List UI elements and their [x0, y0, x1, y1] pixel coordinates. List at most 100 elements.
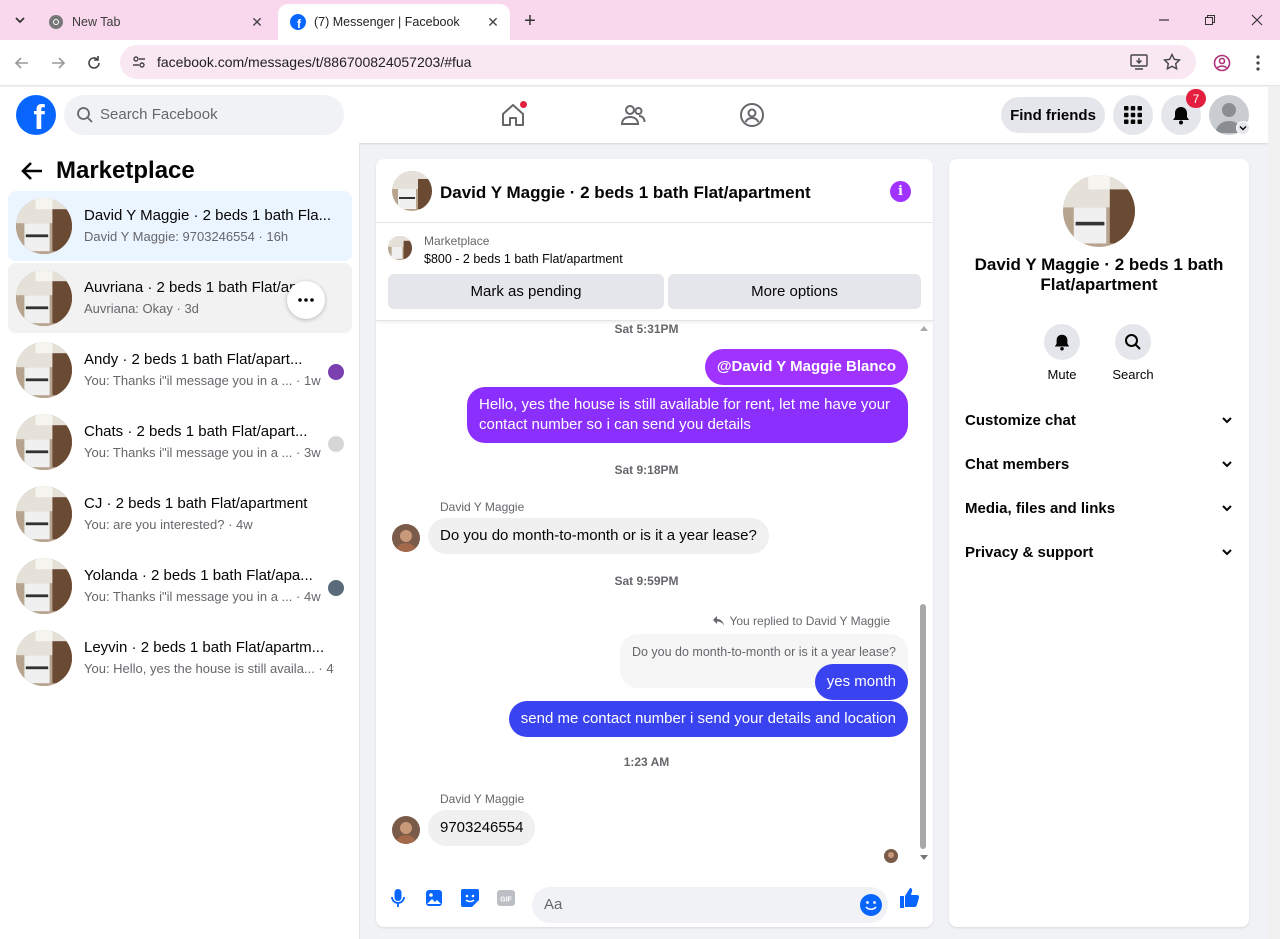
listing-thumbnail[interactable] [388, 236, 412, 260]
chat-title[interactable]: David Y Maggie · 2 beds 1 bath Flat/apar… [440, 183, 811, 203]
conversation-thumbnail [16, 342, 72, 398]
details-section-0[interactable]: Customize chat [965, 398, 1233, 442]
bookmark-star-icon[interactable] [1161, 51, 1183, 73]
conversation-item[interactable]: Leyvin · 2 beds 1 bath Flat/apartm... You… [8, 623, 352, 693]
restore-icon [1205, 15, 1215, 25]
listing-price-title[interactable]: $800 - 2 beds 1 bath Flat/apartment [424, 252, 623, 266]
address-bar[interactable]: facebook.com/messages/t/886700824057203/… [120, 45, 1196, 79]
message-thread[interactable]: Sat 5:31PM @David Y Maggie Blanco Hello,… [376, 322, 933, 867]
tab-messenger[interactable]: f (7) Messenger | Facebook ✕ [278, 4, 510, 40]
sender-name: David Y Maggie [440, 792, 525, 806]
page-title: Marketplace [56, 157, 195, 184]
menu-button[interactable] [1113, 95, 1153, 135]
minimize-icon [1159, 19, 1169, 21]
restore-button[interactable] [1198, 8, 1222, 32]
details-section-2[interactable]: Media, files and links [965, 486, 1233, 530]
chevron-down-icon[interactable] [1236, 121, 1250, 135]
conversation-thumbnail [16, 486, 72, 542]
home-nav-button[interactable] [499, 100, 528, 129]
friends-nav-button[interactable] [619, 101, 647, 129]
message-input[interactable]: Aa [532, 887, 888, 923]
sender-avatar[interactable] [392, 816, 420, 844]
facebook-logo-icon[interactable]: f [16, 95, 56, 135]
sticker-button[interactable] [459, 887, 481, 909]
message-bubble-outgoing[interactable]: Hello, yes the house is still available … [467, 387, 908, 443]
timestamp: 1:23 AM [623, 755, 670, 769]
sender-avatar[interactable] [392, 524, 420, 552]
thumbs-up-icon [900, 888, 920, 908]
conversation-time: 16h [266, 229, 289, 244]
tab-new-tab[interactable]: New Tab ✕ [36, 4, 274, 40]
details-section-1[interactable]: Chat members [965, 442, 1233, 486]
message-bubble-incoming[interactable]: 9703246554 [428, 810, 536, 846]
marketplace-listing-bar: Marketplace $800 - 2 beds 1 bath Flat/ap… [376, 224, 933, 321]
arrow-right-icon [52, 57, 66, 69]
more-dots-icon [298, 298, 314, 302]
kebab-menu-icon [1256, 55, 1260, 71]
gif-icon: GIF [497, 890, 515, 906]
emoji-icon[interactable] [860, 894, 882, 916]
profile-button[interactable] [1209, 50, 1235, 76]
forward-button[interactable] [45, 50, 71, 76]
reload-button[interactable] [81, 50, 107, 76]
new-tab-button[interactable]: + [518, 9, 542, 33]
search-icon [77, 107, 93, 123]
close-window-button[interactable] [1245, 8, 1269, 32]
photo-icon [426, 890, 442, 906]
listing-avatar[interactable] [1063, 175, 1135, 247]
send-like-button[interactable] [898, 887, 920, 909]
read-receipt-avatar [328, 436, 344, 452]
facebook-search-input[interactable]: Search Facebook [64, 95, 344, 135]
tab-title: New Tab [72, 15, 121, 29]
page-scrollbar[interactable] [1268, 87, 1280, 939]
listing-avatar[interactable] [392, 171, 432, 211]
marketplace-header: Marketplace [18, 157, 195, 185]
gif-button[interactable]: GIF [495, 887, 517, 909]
conversation-item[interactable]: Andy · 2 beds 1 bath Flat/apart... You: T… [8, 335, 352, 405]
conversation-list-panel: Marketplace David Y Maggie · 2 beds 1 ba… [0, 143, 360, 939]
message-bubble-outgoing[interactable]: send me contact number i send your detai… [508, 701, 908, 737]
conversation-more-button[interactable] [287, 281, 325, 319]
tab-search-button[interactable] [6, 7, 34, 33]
conversation-time: 3w [303, 445, 321, 460]
conversation-item[interactable]: Yolanda · 2 beds 1 bath Flat/apa... You: … [8, 551, 352, 621]
mute-button[interactable]: Mute [1027, 324, 1097, 382]
search-label: Search [1112, 367, 1154, 382]
conversation-item[interactable]: CJ · 2 beds 1 bath Flat/apartment You: ar… [8, 479, 352, 549]
info-icon[interactable]: i [890, 181, 911, 202]
search-in-conversation-button[interactable]: Search [1098, 324, 1168, 382]
voice-clip-button[interactable] [387, 887, 409, 909]
read-receipt-avatar [328, 580, 344, 596]
minimize-button[interactable] [1152, 8, 1176, 32]
timestamp: Sat 9:18PM [614, 463, 679, 477]
close-icon[interactable]: ✕ [248, 13, 266, 31]
back-button[interactable] [9, 50, 35, 76]
facebook-header: f Search Facebook Find friends [0, 87, 1268, 143]
url-text[interactable]: facebook.com/messages/t/886700824057203/… [157, 54, 471, 70]
conversation-thumbnail [16, 270, 72, 326]
message-bubble-incoming[interactable]: Do you do month-to-month or is it a year… [428, 518, 769, 554]
groups-nav-button[interactable] [738, 101, 766, 129]
conversation-item[interactable]: David Y Maggie · 2 beds 1 bath Fla... Dav… [8, 191, 352, 261]
message-bubble-outgoing[interactable]: @David Y Maggie Blanco [704, 349, 908, 385]
site-settings-icon[interactable] [128, 51, 150, 73]
install-app-icon[interactable] [1128, 51, 1150, 73]
more-options-button[interactable]: More options [668, 274, 921, 309]
conversation-item[interactable]: Chats · 2 beds 1 bath Flat/apart... You: … [8, 407, 352, 477]
browser-menu-button[interactable] [1245, 50, 1271, 76]
reload-icon [88, 56, 100, 69]
find-friends-button[interactable]: Find friends [1001, 97, 1105, 133]
profile-icon [1213, 54, 1231, 72]
details-section-3[interactable]: Privacy & support [965, 530, 1233, 574]
bell-icon [1173, 107, 1189, 125]
replied-to-label: You replied to David Y Maggie [712, 614, 890, 628]
scrollbar-thumb[interactable] [920, 604, 926, 849]
mark-as-pending-button[interactable]: Mark as pending [388, 274, 664, 309]
microphone-icon [391, 889, 405, 907]
close-icon[interactable]: ✕ [484, 13, 502, 31]
back-button[interactable] [18, 157, 46, 185]
attach-photo-button[interactable] [423, 887, 445, 909]
chat-details-panel: David Y Maggie · 2 beds 1 bath Flat/apar… [949, 159, 1249, 927]
bell-icon [1054, 334, 1070, 351]
message-bubble-outgoing[interactable]: yes month [814, 664, 908, 700]
